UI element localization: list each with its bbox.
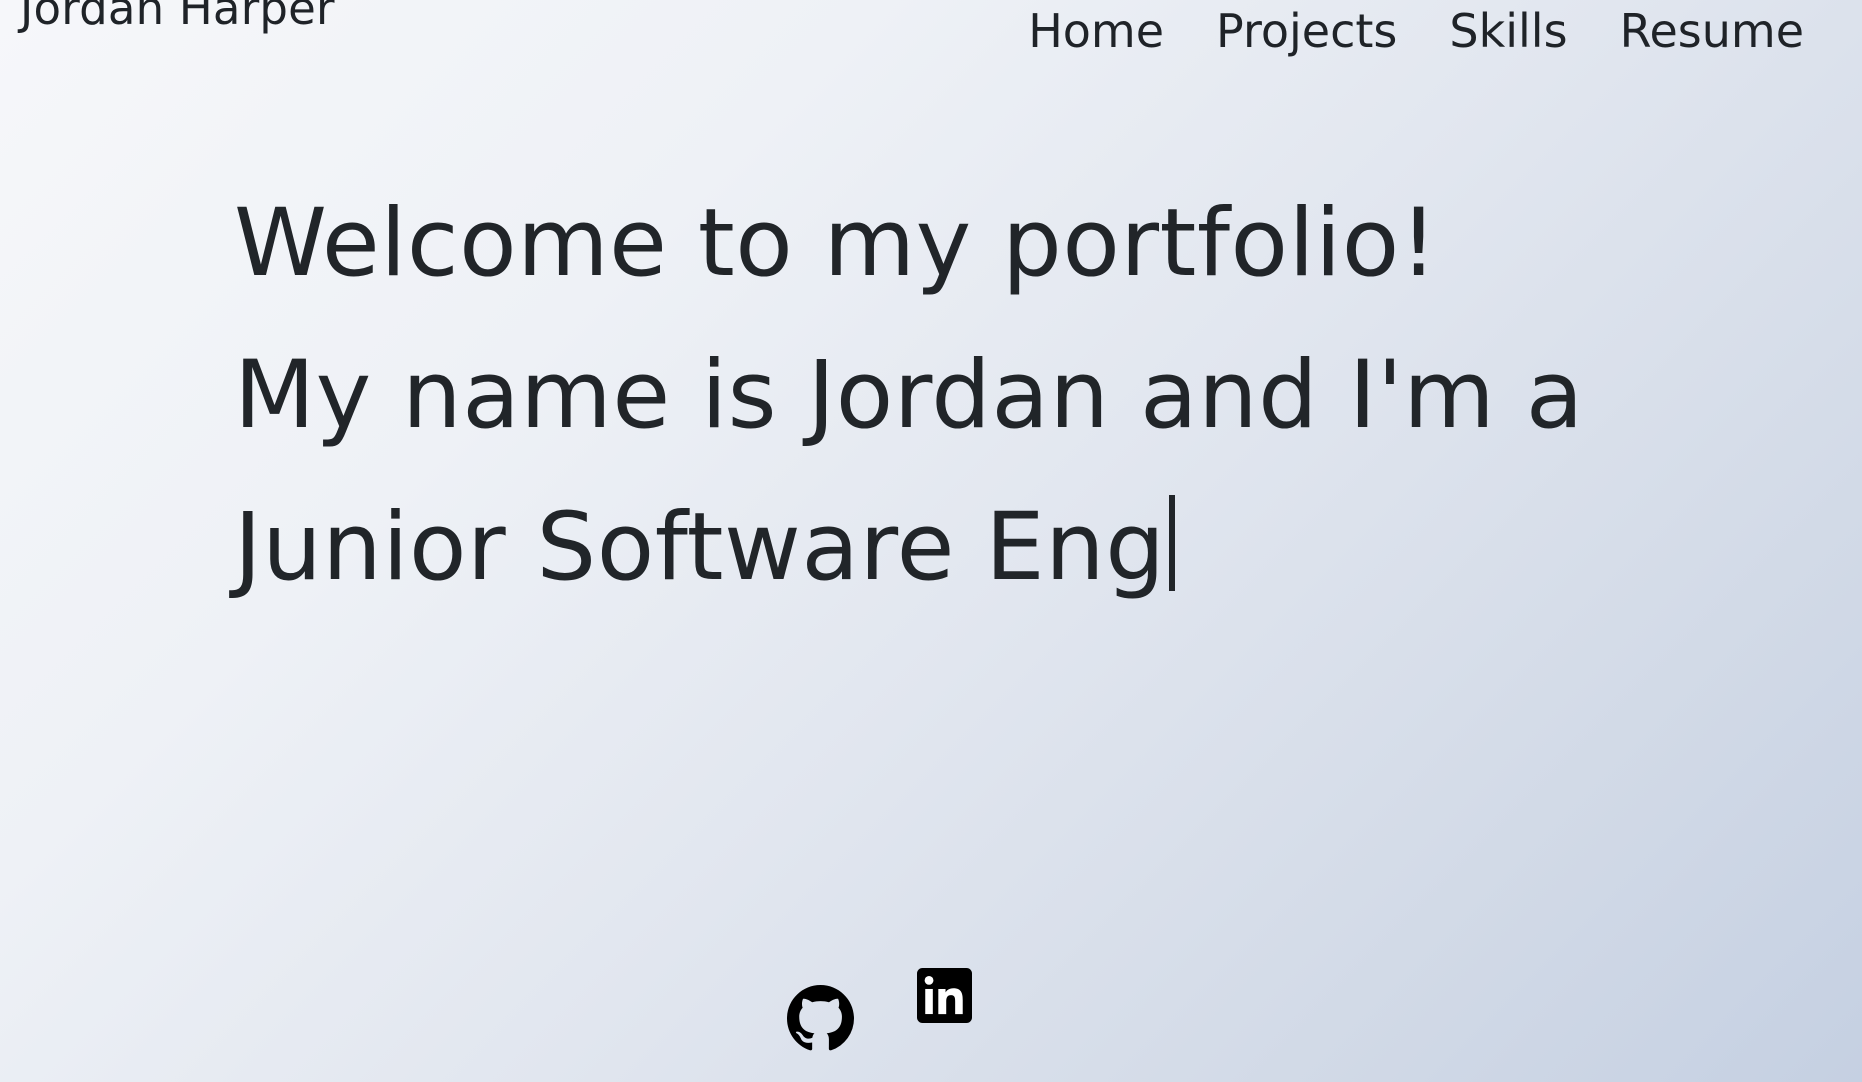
nav-projects-link[interactable]: Projects bbox=[1216, 8, 1397, 54]
typing-cursor bbox=[1169, 495, 1176, 591]
hero-typed-text: Welcome to my portfolio! My name is Jord… bbox=[234, 189, 1584, 602]
hero-intro: Welcome to my portfolio! My name is Jord… bbox=[234, 168, 1594, 624]
linkedin-icon bbox=[917, 968, 972, 1023]
brand-logo-text[interactable]: Jordan Harper bbox=[20, 0, 335, 31]
github-link[interactable] bbox=[787, 985, 854, 1052]
github-icon bbox=[787, 985, 854, 1051]
nav-home-link[interactable]: Home bbox=[1028, 8, 1164, 54]
main-nav: Home Projects Skills Resume bbox=[1028, 8, 1804, 54]
nav-resume-link[interactable]: Resume bbox=[1620, 8, 1804, 54]
nav-skills-link[interactable]: Skills bbox=[1449, 8, 1567, 54]
linkedin-link[interactable] bbox=[917, 968, 972, 1023]
